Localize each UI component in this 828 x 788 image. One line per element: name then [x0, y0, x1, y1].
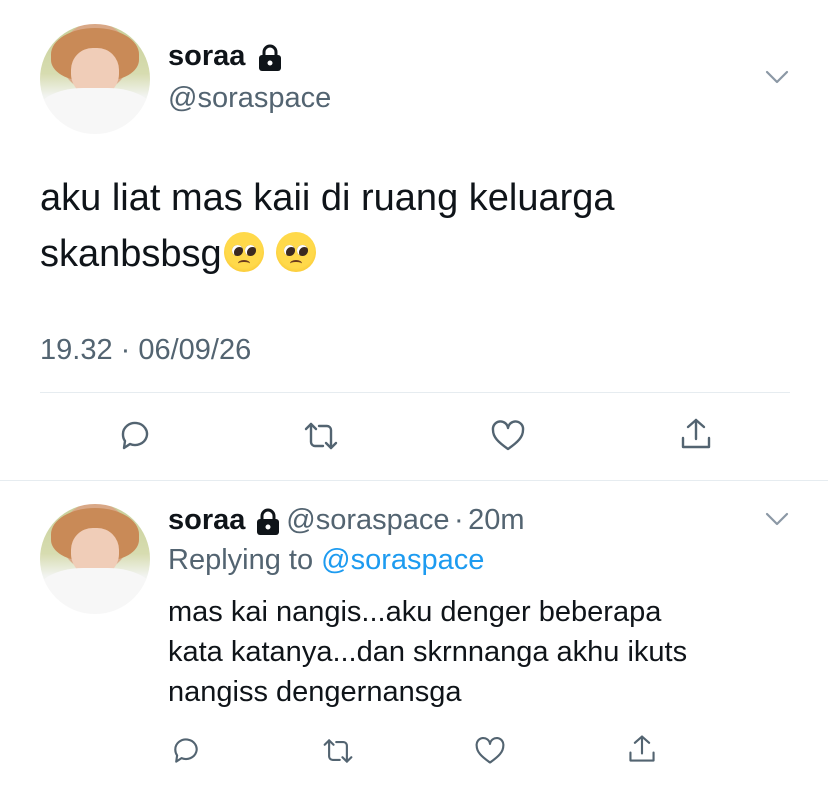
share-icon[interactable] [678, 416, 714, 452]
share-icon[interactable] [626, 733, 658, 765]
tweet-text-line-2: skanbsbsg [40, 226, 800, 282]
reply-text: mas kai nangis...aku denger beberapa kat… [168, 592, 808, 712]
tweet-text-line: aku liat mas kaii di ruang keluarga [40, 177, 615, 219]
tweet-age[interactable]: 20m [468, 504, 524, 536]
reply-icon[interactable] [170, 735, 202, 767]
reply-header: soraa @soraspace · 20m [168, 504, 525, 542]
replying-to-label: Replying to [168, 544, 314, 576]
pleading-face-icon [223, 232, 264, 272]
author-header: soraa [168, 40, 284, 78]
reply-text-line: mas kai nangis...aku denger beberapa [168, 596, 662, 628]
avatar[interactable] [40, 504, 150, 614]
replying-to-link[interactable]: @soraspace [321, 544, 484, 576]
pleading-face-icon [276, 232, 317, 272]
like-icon[interactable] [490, 418, 526, 454]
display-name[interactable]: soraa [168, 40, 245, 72]
handle[interactable]: @soraspace [168, 82, 331, 115]
retweet-icon[interactable] [303, 418, 339, 454]
divider [0, 480, 828, 481]
handle[interactable]: @soraspace [286, 504, 449, 536]
separator: · [454, 504, 464, 536]
reply-icon[interactable] [117, 418, 153, 454]
like-icon[interactable] [474, 735, 506, 767]
chevron-down-icon[interactable] [765, 512, 789, 526]
timestamp[interactable]: 19.32 · 06/09/26 [40, 334, 251, 367]
reply-text-line: nangiss dengernansga [168, 676, 462, 708]
tweet-text: aku liat mas kaii di ruang keluarga skan… [40, 170, 800, 282]
retweet-icon[interactable] [322, 735, 354, 767]
divider [40, 392, 790, 393]
avatar[interactable] [40, 24, 150, 134]
display-name[interactable]: soraa [168, 504, 245, 536]
replying-to: Replying to @soraspace [168, 544, 484, 577]
lock-icon [256, 43, 284, 78]
reply-text-line: kata katanya...dan skrnnanga akhu ikuts [168, 636, 688, 668]
lock-icon [254, 507, 282, 542]
chevron-down-icon[interactable] [765, 70, 789, 84]
